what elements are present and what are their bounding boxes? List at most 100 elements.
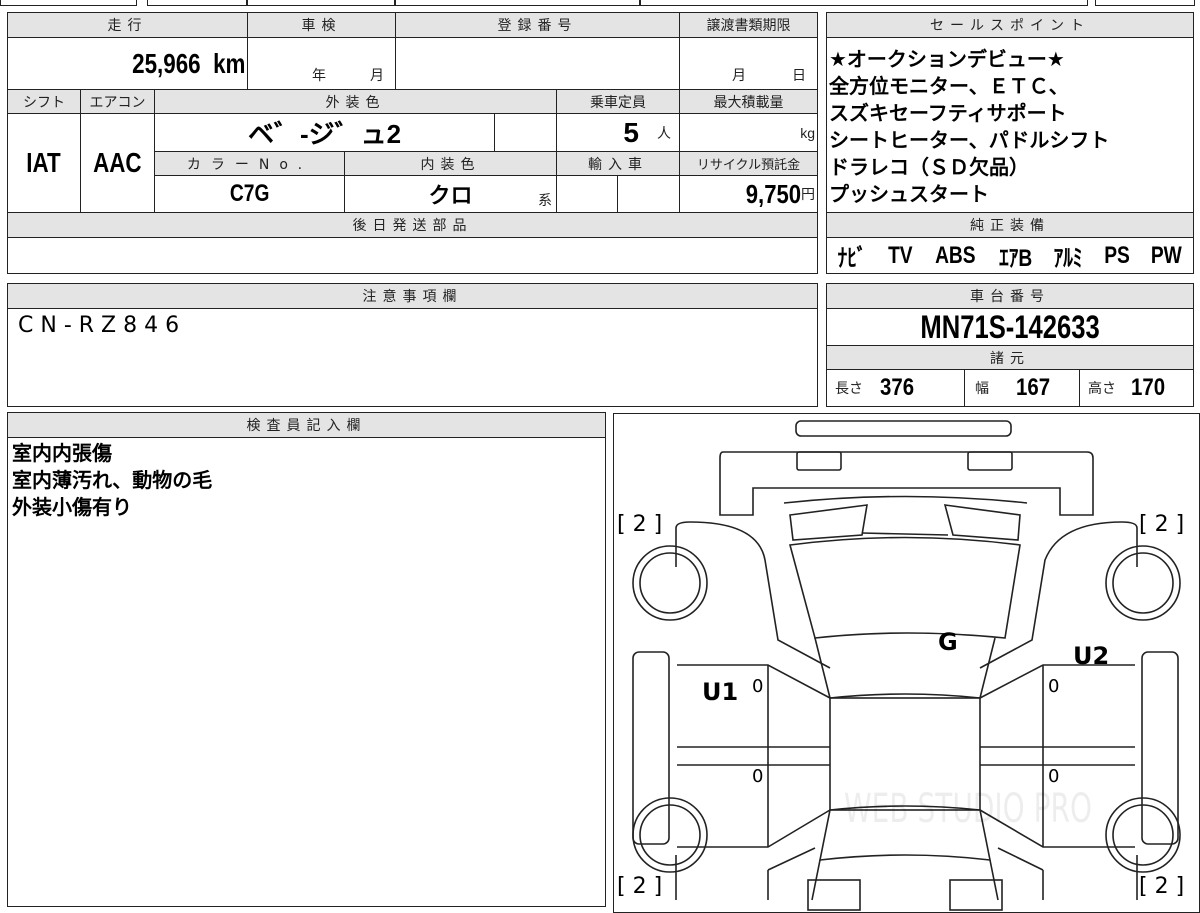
inspector-note: 室内薄汚れ、動物の毛: [12, 468, 213, 492]
max-load-value: kg: [679, 113, 818, 152]
exterior-color-label: 外装色: [154, 89, 557, 114]
color-no-value: C7G: [154, 175, 345, 213]
width-value: 167: [1016, 374, 1051, 401]
notes-label: 注意事項欄: [7, 283, 818, 309]
tire-mark-front-left: [ 2 ]: [617, 512, 663, 537]
equipment-item: PS: [1103, 241, 1130, 269]
sales-point: ドラレコ（ＳＤ欠品）: [829, 155, 1029, 179]
sales-points-label: セールスポイント: [826, 12, 1194, 38]
color-no-label: カラーNo.: [154, 151, 345, 176]
transfer-deadline-label: 譲渡書類期限: [679, 12, 818, 38]
exterior-color-value: ベ゛-ジ゛ュ2: [154, 113, 495, 152]
damage-mark-u1: U1: [702, 678, 739, 706]
mark-zero: 0: [752, 676, 764, 697]
equipment-item: PW: [1151, 241, 1182, 269]
equipment-item: ﾅﾋﾞ: [837, 245, 867, 272]
equipment-list: ﾅﾋﾞ TV ABS ｴｱB ｱﾙﾐ PS PW: [826, 237, 1194, 274]
mileage-value: 25,966 km: [7, 37, 248, 90]
width-label: 幅: [975, 380, 989, 396]
specs-label: 諸元: [826, 345, 1194, 370]
inspection-year: 年: [312, 68, 326, 84]
recycle-number: 9,750: [745, 178, 801, 209]
later-parts-label: 後日発送部品: [7, 212, 818, 238]
max-load-label: 最大積載量: [679, 89, 818, 114]
sales-points-box: ★オークションデビュー★ 全方位モニター、ＥＴＣ、 スズキセーフティサポート シ…: [826, 37, 1194, 213]
top-cell: [1095, 0, 1195, 6]
shift-text: IAT: [26, 147, 62, 178]
equipment-item: ｴｱB: [998, 245, 1032, 272]
spec-height: 高さ 170: [1079, 369, 1194, 407]
equipment-item: ABS: [934, 241, 976, 269]
length-value: 376: [880, 374, 915, 401]
recycle-label: リサイクル預託金: [679, 151, 818, 176]
chassis-value: MN71S-142633: [826, 308, 1194, 346]
top-cell: [147, 0, 247, 6]
later-parts-value: [7, 237, 818, 274]
exterior-color-text: ベ゛-ジ゛ュ2: [247, 119, 402, 149]
height-value: 170: [1131, 374, 1166, 401]
inspector-box: 室内内張傷 室内薄汚れ、動物の毛 外装小傷有り: [7, 437, 606, 907]
aircon-text: AAC: [93, 147, 142, 178]
top-cell: [247, 0, 395, 6]
sales-point: プッシュスタート: [829, 182, 989, 206]
spec-length: 長さ 376: [826, 369, 965, 407]
imported-value: [556, 175, 618, 213]
spec-width: 幅 167: [964, 369, 1080, 407]
height-label: 高さ: [1088, 380, 1116, 396]
exterior-color-extra: [494, 113, 557, 152]
capacity-number: 5: [623, 116, 639, 148]
inspection-month: 月: [370, 68, 384, 84]
transfer-deadline-value: 月日: [679, 37, 818, 90]
capacity-label: 乗車定員: [556, 89, 680, 114]
sales-point: 全方位モニター、ＥＴＣ、: [829, 74, 1069, 98]
shift-label: シフト: [7, 89, 81, 114]
tire-mark-rear-left: [ 2 ]: [617, 874, 663, 899]
interior-color-label: 内装色: [344, 151, 557, 176]
color-no-text: C7G: [229, 180, 270, 207]
mileage-label: 走行: [7, 12, 248, 38]
aircon-value: AAC: [80, 113, 155, 213]
inspection-value: 年月: [247, 37, 396, 90]
mileage-unit: km: [212, 47, 245, 79]
mark-zero: 0: [752, 766, 764, 787]
mileage-number: 25,966: [132, 47, 201, 79]
inspector-label: 検査員記入欄: [7, 412, 606, 438]
damage-mark-g: G: [938, 628, 958, 656]
inspector-note: 外装小傷有り: [12, 495, 132, 519]
chassis-label: 車台番号: [826, 283, 1194, 309]
top-cell: [640, 0, 1088, 6]
deadline-month: 月: [732, 68, 746, 84]
equipment-item: ｱﾙﾐ: [1053, 245, 1083, 272]
equipment-item: TV: [887, 241, 913, 269]
top-cell: [395, 0, 640, 6]
tire-mark-rear-right: [ 2 ]: [1139, 874, 1185, 899]
tire-mark-front-right: [ 2 ]: [1139, 512, 1185, 537]
mark-zero: 0: [1048, 676, 1060, 697]
notes-box: CN-RZ846: [7, 308, 818, 407]
inspector-note: 室内内張傷: [12, 441, 112, 465]
mark-zero: 0: [1048, 766, 1060, 787]
interior-color-suffix: 系: [538, 192, 552, 208]
recycle-value: 9,750 円: [679, 175, 818, 213]
sales-point: ★オークションデビュー★: [829, 47, 1065, 71]
interior-color-value: クロ 系: [344, 175, 557, 213]
recycle-unit: 円: [801, 186, 815, 202]
inspection-label: 車検: [247, 12, 396, 38]
imported-value-2: [617, 175, 680, 213]
capacity-unit: 人: [657, 124, 671, 141]
capacity-value: 5人: [556, 113, 680, 152]
sales-point: スズキセーフティサポート: [829, 101, 1067, 125]
damage-mark-u2: U2: [1073, 642, 1110, 670]
registration-value: [395, 37, 680, 90]
car-outline-icon: [631, 419, 1181, 911]
sales-point: シートヒーター、パドルシフト: [829, 128, 1110, 152]
max-load-unit: kg: [800, 124, 815, 141]
interior-color-text: クロ: [428, 183, 473, 208]
shift-value: IAT: [7, 113, 81, 213]
aircon-label: エアコン: [80, 89, 155, 114]
deadline-day: 日: [792, 68, 806, 84]
chassis-number: MN71S-142633: [920, 308, 1100, 345]
top-cell: [0, 0, 137, 6]
car-diagram: [ 2 ] [ 2 ] [ 2 ] [ 2 ] G U1 U2 0 0 0 0 …: [613, 413, 1200, 913]
watermark: WEB STUDIO PRO: [844, 786, 1092, 832]
